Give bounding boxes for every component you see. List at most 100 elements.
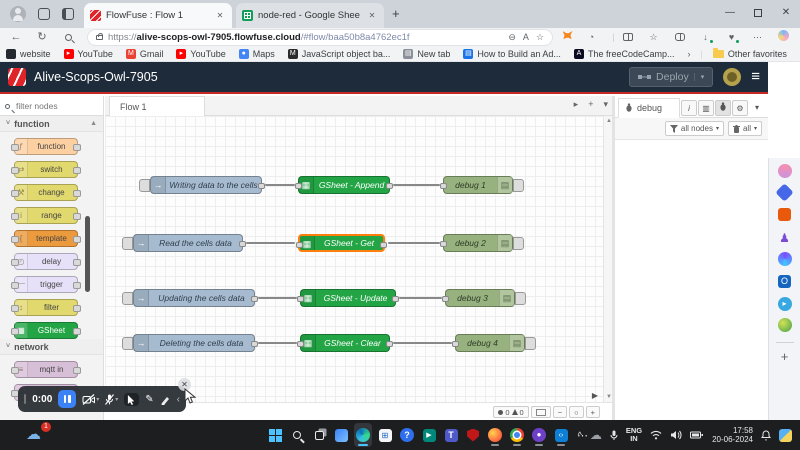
widgets-corner-icon[interactable] bbox=[779, 429, 792, 442]
taskbar-widgets-icon[interactable] bbox=[332, 423, 350, 447]
more-bookmarks-chevron[interactable]: › bbox=[687, 49, 690, 59]
input-port[interactable] bbox=[440, 241, 447, 247]
inject-node[interactable]: →Read the cells data bbox=[133, 234, 243, 252]
pause-button[interactable] bbox=[58, 390, 76, 408]
main-menu-icon[interactable]: ≡ bbox=[751, 68, 760, 86]
input-port[interactable] bbox=[452, 341, 459, 347]
extension-icon[interactable]: ◔ bbox=[584, 30, 599, 44]
read-aloud-icon[interactable]: A bbox=[523, 32, 529, 42]
profile-avatar-icon[interactable] bbox=[10, 6, 26, 22]
weather-widget-icon[interactable]: ☁1 bbox=[26, 425, 48, 445]
back-icon[interactable]: ← bbox=[8, 29, 24, 45]
restore-button[interactable] bbox=[744, 0, 772, 26]
debug-toggle-button[interactable] bbox=[513, 179, 524, 192]
split-screen-icon[interactable] bbox=[620, 30, 635, 44]
gsheet-node[interactable]: ▦GSheet - Update bbox=[300, 289, 396, 307]
bookmark-item-maps[interactable]: ●Maps bbox=[239, 49, 275, 59]
palette-node-filter[interactable]: ↕filter bbox=[14, 299, 78, 316]
palette-scrollbar[interactable] bbox=[85, 216, 90, 292]
clock[interactable]: 17:5820-06-2024 bbox=[712, 426, 753, 444]
bookmark-item-how-to-build-an-ad-[interactable]: ▤How to Build an Ad... bbox=[463, 49, 561, 59]
taskbar-github-icon[interactable]: ● bbox=[530, 423, 548, 447]
inject-node[interactable]: →Updating the cells data bbox=[133, 289, 255, 307]
highlighter-tool-icon[interactable] bbox=[160, 394, 171, 405]
minimap-button[interactable] bbox=[531, 406, 551, 418]
taskbar-edge-icon[interactable] bbox=[354, 423, 372, 447]
tab-scroll-icon[interactable]: ▸ bbox=[574, 99, 579, 110]
help-tab-icon[interactable]: ▥ bbox=[698, 100, 714, 116]
camera-off-icon[interactable]: ▾ bbox=[82, 394, 99, 405]
collections-icon[interactable] bbox=[672, 30, 687, 44]
new-tab-button[interactable]: + bbox=[392, 8, 400, 20]
input-port[interactable] bbox=[440, 183, 447, 189]
sidebar-dropdown-icon[interactable]: ▾ bbox=[749, 100, 765, 116]
taskbar-search-icon[interactable] bbox=[288, 423, 306, 447]
wifi-icon[interactable] bbox=[650, 430, 662, 440]
gsheet-node[interactable]: ▦GSheet - Clear bbox=[300, 334, 390, 352]
tab-close-icon[interactable]: ✕ bbox=[366, 10, 378, 22]
onedrive-icon[interactable]: ☁ bbox=[590, 428, 602, 442]
canvas-grid[interactable]: →Writing data to the cells▦GSheet - Appe… bbox=[105, 116, 612, 402]
collapse-toolbar-icon[interactable]: ‹ bbox=[177, 394, 180, 405]
rewards-icon[interactable] bbox=[777, 164, 793, 180]
debug-toggle-button[interactable] bbox=[525, 337, 536, 350]
zoom-out-icon[interactable]: ⊖ bbox=[508, 32, 516, 43]
taskbar-store-icon[interactable]: ⊞ bbox=[376, 423, 394, 447]
palette-node-range[interactable]: irange bbox=[14, 207, 78, 224]
language-indicator[interactable]: ENGIN bbox=[626, 427, 642, 443]
zoom-reset-button[interactable]: ○ bbox=[569, 406, 584, 418]
cursor-tool-icon[interactable] bbox=[124, 393, 139, 406]
sports-icon[interactable] bbox=[777, 318, 793, 334]
taskbar-teams-icon[interactable]: T bbox=[442, 423, 460, 447]
output-port[interactable] bbox=[386, 341, 393, 347]
minimize-button[interactable]: — bbox=[716, 0, 744, 26]
inject-button[interactable] bbox=[122, 237, 133, 250]
palette-category-function[interactable]: ˅function▲ bbox=[0, 116, 103, 132]
debug-tab-icon[interactable] bbox=[715, 100, 731, 116]
output-port[interactable] bbox=[386, 183, 393, 189]
config-tab-icon[interactable]: ⚙ bbox=[732, 100, 748, 116]
taskbar-meet-icon[interactable]: ▶ bbox=[420, 423, 438, 447]
add-icon[interactable]: + bbox=[777, 349, 793, 365]
debug-toggle-button[interactable] bbox=[515, 292, 526, 305]
taskbar-start-icon[interactable] bbox=[266, 423, 284, 447]
palette-category-network[interactable]: ˅network bbox=[0, 339, 103, 355]
telegram-icon[interactable]: ▸ bbox=[777, 296, 793, 312]
palette-node-delay[interactable]: ◴delay bbox=[14, 253, 78, 270]
bookmark-item-gmail[interactable]: MGmail bbox=[126, 49, 164, 59]
games-icon[interactable]: ♟ bbox=[777, 230, 793, 246]
more-menu-icon[interactable]: ⋯ bbox=[750, 30, 765, 44]
scroll-right-icon[interactable]: ▶ bbox=[592, 391, 598, 400]
debug-node[interactable]: debug 3▤ bbox=[445, 289, 515, 307]
notification-bell-icon[interactable] bbox=[761, 430, 771, 441]
bookmark-item-youtube[interactable]: ▸YouTube bbox=[64, 49, 113, 59]
output-port[interactable] bbox=[258, 183, 265, 189]
output-port[interactable] bbox=[392, 296, 399, 302]
workspaces-icon[interactable] bbox=[38, 8, 50, 20]
mic-off-icon[interactable]: ▾ bbox=[105, 394, 118, 405]
user-avatar[interactable] bbox=[723, 68, 741, 86]
inject-button[interactable] bbox=[139, 179, 150, 192]
inject-button[interactable] bbox=[122, 337, 133, 350]
debug-tab[interactable]: debug bbox=[618, 98, 680, 118]
flow-list-dropdown-icon[interactable]: ▾ bbox=[603, 99, 608, 110]
outlook-icon[interactable]: O bbox=[777, 274, 793, 290]
taskbar-chrome-icon[interactable] bbox=[508, 423, 526, 447]
palette-node-mqtt-in[interactable]: ≡mqtt in bbox=[14, 361, 78, 378]
shopping-tag-icon[interactable] bbox=[777, 186, 793, 202]
search-icon[interactable] bbox=[60, 29, 76, 45]
favorite-star-icon[interactable]: ☆ bbox=[536, 32, 544, 43]
debug-node[interactable]: debug 1▤ bbox=[443, 176, 513, 194]
bookmark-item-javascript-object-ba-[interactable]: MJavaScript object ba... bbox=[288, 49, 391, 59]
output-port[interactable] bbox=[251, 341, 258, 347]
bookmark-item-new-tab[interactable]: ▤New tab bbox=[403, 49, 450, 59]
pen-tool-icon[interactable]: ✎ bbox=[145, 394, 153, 405]
refresh-icon[interactable]: ↻ bbox=[34, 29, 50, 45]
debug-toggle-button[interactable] bbox=[513, 237, 524, 250]
input-port[interactable] bbox=[295, 183, 302, 189]
output-port[interactable] bbox=[251, 296, 258, 302]
filter-nodes-button[interactable]: all nodes▾ bbox=[665, 121, 724, 136]
output-port[interactable] bbox=[380, 242, 387, 248]
taskbar-get-help-icon[interactable]: ? bbox=[398, 423, 416, 447]
shopping-bag-icon[interactable] bbox=[777, 208, 793, 224]
